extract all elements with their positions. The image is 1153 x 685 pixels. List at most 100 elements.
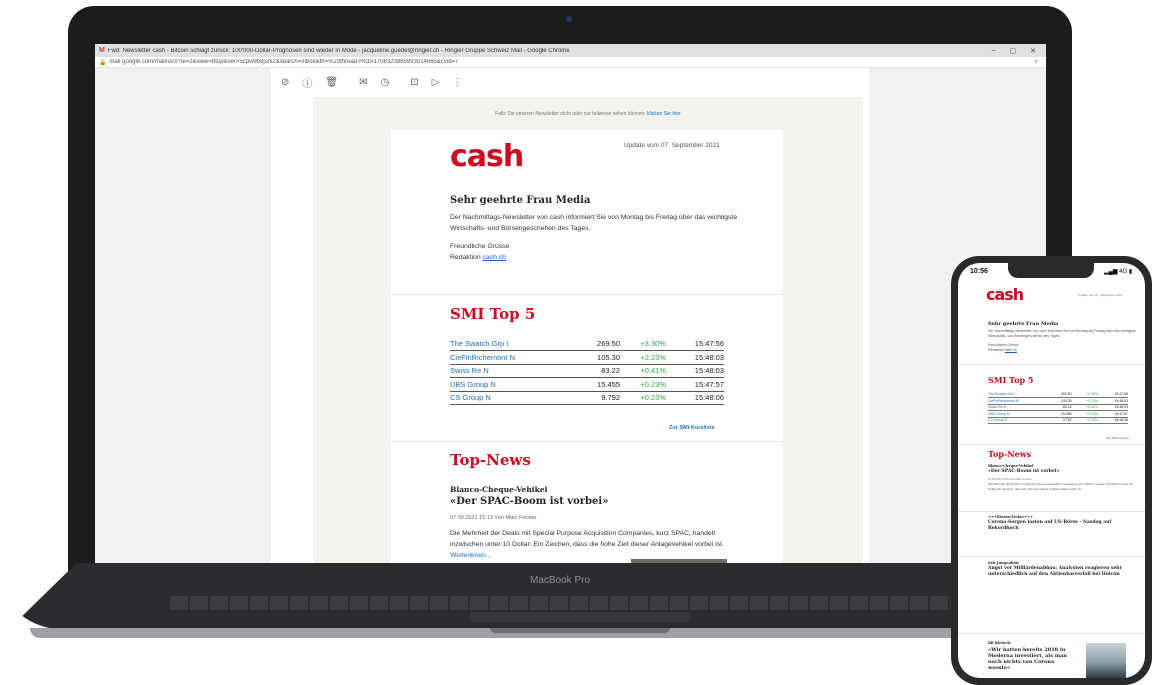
mail-pane: ⊘ ⓘ 🗑 ✉ ◷ ⊡ ▷ ⋮ Falls Sie unseren Newsle… xyxy=(271,68,869,563)
stock-time: 15:47:56 xyxy=(666,337,724,351)
news-meta: 07.09.2021 15:13 Von Marc Forster xyxy=(988,477,1033,481)
signature: Redaktion cash.ch xyxy=(988,348,1138,353)
top-news-title: Top-News xyxy=(450,451,531,469)
stock-name[interactable]: CS Group N xyxy=(450,391,570,405)
top-news-title: Top-News xyxy=(988,449,1032,459)
laptop-opening-notch xyxy=(490,628,670,633)
cash-logo[interactable]: cash xyxy=(450,142,524,172)
table-row[interactable]: The Swatch Grp I 269.50 +3.30% 15:47:56 xyxy=(450,337,724,351)
intro-text: Der Nachmittags-Newsletter von cash info… xyxy=(988,329,1136,338)
stock-price: 105.30 xyxy=(570,350,620,365)
divider xyxy=(958,444,1145,445)
cash-logo[interactable]: cash xyxy=(986,285,1024,304)
snooze-icon[interactable]: ◷ xyxy=(380,77,389,88)
maximize-icon[interactable]: ▢ xyxy=(1010,47,1017,55)
news-kicker: Exit Jungenblut xyxy=(988,561,1019,565)
divider xyxy=(958,633,1145,634)
table-row[interactable]: CS Group N 9.792 +0.23% 15:48:06 xyxy=(988,417,1128,424)
stock-change: +0.23% xyxy=(620,377,666,392)
smi-list-link[interactable]: Zur SMI-Kursliste xyxy=(1106,436,1129,440)
stock-change: +0.23% xyxy=(1071,417,1098,424)
greeting: Sehr geehrte Frau Media xyxy=(988,321,1059,327)
stock-price: 15.455 xyxy=(570,377,620,392)
cash-link[interactable]: cash.ch xyxy=(483,254,506,261)
mark-unread-icon[interactable]: ✉ xyxy=(359,77,367,88)
trackpad xyxy=(470,612,690,622)
stock-change: +3.30% xyxy=(620,337,666,351)
news-headline[interactable]: «Wir hatten bereits 2018 in Moderna inve… xyxy=(988,647,1076,671)
stock-change: +0.41% xyxy=(620,364,666,378)
cash-link[interactable]: cash.ch xyxy=(1005,348,1017,352)
stock-change: +2.23% xyxy=(620,350,666,365)
search-icon[interactable]: ⌕ xyxy=(1035,59,1046,66)
laptop-brand-label: MacBook Pro xyxy=(530,575,591,586)
stock-time: 15:48:06 xyxy=(1097,417,1128,424)
window-title: Fwd: Newsletter cash - Bitcoin schlägt z… xyxy=(107,47,570,54)
stock-time: 15:48:03 xyxy=(666,364,724,378)
divider xyxy=(958,511,1145,512)
minimize-icon[interactable]: – xyxy=(992,47,996,55)
stock-price: 83.22 xyxy=(570,364,620,378)
news-headline[interactable]: Corona-Sorgen lasten auf US-Börse - Nasd… xyxy=(988,520,1138,531)
signoff: Freundliche Grüsse xyxy=(450,243,510,250)
move-to-icon[interactable]: ⊡ xyxy=(410,77,418,88)
read-more-link[interactable]: Weiterlesen... xyxy=(450,552,491,559)
stock-time: 15:48:03 xyxy=(666,350,724,365)
camera xyxy=(566,16,572,22)
smi-list-link[interactable]: Zur SMI-Kursliste xyxy=(669,425,715,431)
table-row[interactable]: UBS Group N 15.455 +0.23% 15:47:57 xyxy=(450,377,724,392)
news-headline[interactable]: «Der SPAC-Boom ist vorbei» xyxy=(988,469,1138,475)
news-kicker: +++Börsen-Ticker+++ xyxy=(988,515,1033,519)
stock-price: 269.50 xyxy=(570,337,620,351)
network-label: 4G xyxy=(1119,269,1128,275)
close-icon[interactable]: ✕ xyxy=(1030,47,1036,55)
report-spam-icon[interactable]: ⓘ xyxy=(302,75,312,90)
table-row[interactable]: CieFinRichemont N 105.30 +2.23% 15:48:03 xyxy=(450,350,724,365)
news-kicker: Blanco-Cheque-Vehikel xyxy=(988,464,1034,468)
url-text[interactable]: mail.google.com/mail/u/0/?ui=2&view=btop… xyxy=(109,59,1034,65)
update-date: Update vom 07. September 2021 xyxy=(624,142,720,149)
preheader-link[interactable]: klicken Sie hier xyxy=(647,111,681,117)
newsletter-body: Falls Sie unseren Newsletter nicht oder … xyxy=(313,97,863,563)
smi-table: The Swatch Grp I 269.50 +3.30% 15:47:56 Cie… xyxy=(988,391,1128,424)
gmail-area: ⊘ ⓘ 🗑 ✉ ◷ ⊡ ▷ ⋮ Falls Sie unseren Newsle… xyxy=(95,68,1046,563)
stock-price: 9.792 xyxy=(570,391,620,405)
stock-name[interactable]: The Swatch Grp I xyxy=(450,337,570,351)
newsletter-card: cash Update vom 07. September 2021 Sehr … xyxy=(391,130,783,563)
divider xyxy=(958,364,1145,365)
phone-screen: 10:56 ▂▄▆ 4G ▮ cash Update vom 07. Septe… xyxy=(958,263,1145,678)
preheader-text: Falls Sie unseren Newsletter nicht oder … xyxy=(495,111,648,117)
browser-titlebar: M Fwd: Newsletter cash - Bitcoin schlägt… xyxy=(95,44,1046,57)
news-meta: 07.09.2021 15:13 Von Marc Forster xyxy=(450,515,537,521)
stock-name[interactable]: CS Group N xyxy=(988,417,1048,424)
stock-price: 9.792 xyxy=(1048,417,1072,424)
phone-signal: ▂▄▆ 4G ▮ xyxy=(1104,268,1132,275)
phone-time: 10:56 xyxy=(970,268,988,275)
divider xyxy=(958,556,1145,557)
table-row[interactable]: Swiss Re N 83.22 +0.41% 15:48:03 xyxy=(450,364,724,378)
lock-icon: 🔒 xyxy=(99,59,107,66)
news-body: Die Mehrheit der Deals mit Special Purpo… xyxy=(450,528,740,561)
smi-title: SMI Top 5 xyxy=(450,305,536,323)
delete-icon[interactable]: 🗑 xyxy=(325,77,338,88)
news-photo[interactable] xyxy=(1086,643,1126,678)
label-icon[interactable]: ▷ xyxy=(432,77,440,88)
smi-table: The Swatch Grp I 269.50 +3.30% 15:47:56 … xyxy=(450,337,724,405)
archive-icon[interactable]: ⊘ xyxy=(281,77,289,88)
stock-time: 15:47:57 xyxy=(666,377,724,392)
news-headline[interactable]: Angst vor Milliardenabbau: Analysten rea… xyxy=(988,566,1138,577)
more-icon[interactable]: ⋮ xyxy=(452,77,462,88)
news-thumbnail[interactable] xyxy=(631,559,727,563)
stock-name[interactable]: CieFinRichemont N xyxy=(450,350,570,365)
stock-name[interactable]: Swiss Re N xyxy=(450,364,570,378)
battery-icon: ▮ xyxy=(1127,269,1133,275)
news-body-text: Die Mehrheit der Deals mit Special Purpo… xyxy=(450,530,724,548)
news-body: Die Mehrheit der Deals mit Special Purpo… xyxy=(988,482,1133,491)
stock-name[interactable]: UBS Group N xyxy=(450,377,570,392)
signature: Redaktion cash.ch xyxy=(450,254,506,261)
address-bar[interactable]: 🔒 mail.google.com/mail/u/0/?ui=2&view=bt… xyxy=(95,57,1046,68)
news-headline[interactable]: «Der SPAC-Boom ist vorbei» xyxy=(450,496,608,507)
table-row[interactable]: CS Group N 9.792 +0.23% 15:48:06 xyxy=(450,391,724,405)
laptop-screen: M Fwd: Newsletter cash - Bitcoin schlägt… xyxy=(95,44,1046,563)
phone-notch xyxy=(1008,263,1094,278)
